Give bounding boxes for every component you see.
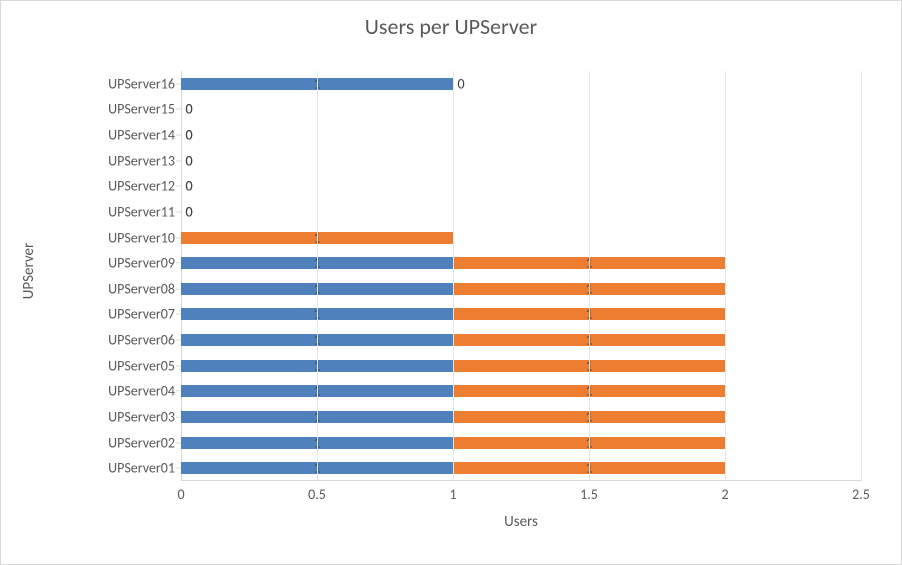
chart-title: Users per UPServer xyxy=(1,13,901,40)
y-tick-label: UPServer11 xyxy=(108,203,181,220)
y-tick-label: UPServer07 xyxy=(108,306,181,323)
x-tick-label: 1.5 xyxy=(580,486,598,503)
y-tick-label: UPServer13 xyxy=(108,152,181,169)
data-label-series2: 0 xyxy=(185,178,192,195)
data-label-series2: 0 xyxy=(185,203,192,220)
x-axis-title: Users xyxy=(504,513,538,531)
y-tick-label: UPServer04 xyxy=(108,383,181,400)
x-tick-label: 2.5 xyxy=(852,486,870,503)
y-tick-label: UPServer08 xyxy=(108,280,181,297)
gridline xyxy=(453,71,454,481)
y-tick-label: UPServer14 xyxy=(108,127,181,144)
gridline xyxy=(317,71,318,481)
gridline xyxy=(589,71,590,481)
data-label-series2: 0 xyxy=(185,101,192,118)
data-label-series2: 0 xyxy=(457,75,464,92)
plot-area: 11111111111111111101000000000010 00.511.… xyxy=(181,71,861,481)
gridline xyxy=(725,71,726,481)
y-tick-label: UPServer09 xyxy=(108,255,181,272)
y-tick-label: UPServer05 xyxy=(108,357,181,374)
x-tick-label: 0.5 xyxy=(308,486,326,503)
gridline xyxy=(861,71,862,481)
x-tick-label: 0 xyxy=(177,486,184,503)
y-tick-label: UPServer03 xyxy=(108,408,181,425)
x-tick-label: 2 xyxy=(721,486,728,503)
y-tick-label: UPServer15 xyxy=(108,101,181,118)
y-tick-label: UPServer12 xyxy=(108,178,181,195)
data-label-series2: 0 xyxy=(185,152,192,169)
y-tick-label: UPServer02 xyxy=(108,434,181,451)
y-tick-label: UPServer16 xyxy=(108,75,181,92)
plot: UPServer 1111111111111111110100000000001… xyxy=(71,61,861,481)
y-tick-label: UPServer10 xyxy=(108,229,181,246)
x-tick-label: 1 xyxy=(449,486,456,503)
data-label-series2: 0 xyxy=(185,127,192,144)
y-axis-title: UPServer xyxy=(20,243,38,299)
y-tick-label: UPServer01 xyxy=(108,460,181,477)
x-axis-line xyxy=(181,480,861,481)
chart-frame: Users per UPServer UPServer 111111111111… xyxy=(0,0,902,565)
y-tick-label: UPServer06 xyxy=(108,332,181,349)
